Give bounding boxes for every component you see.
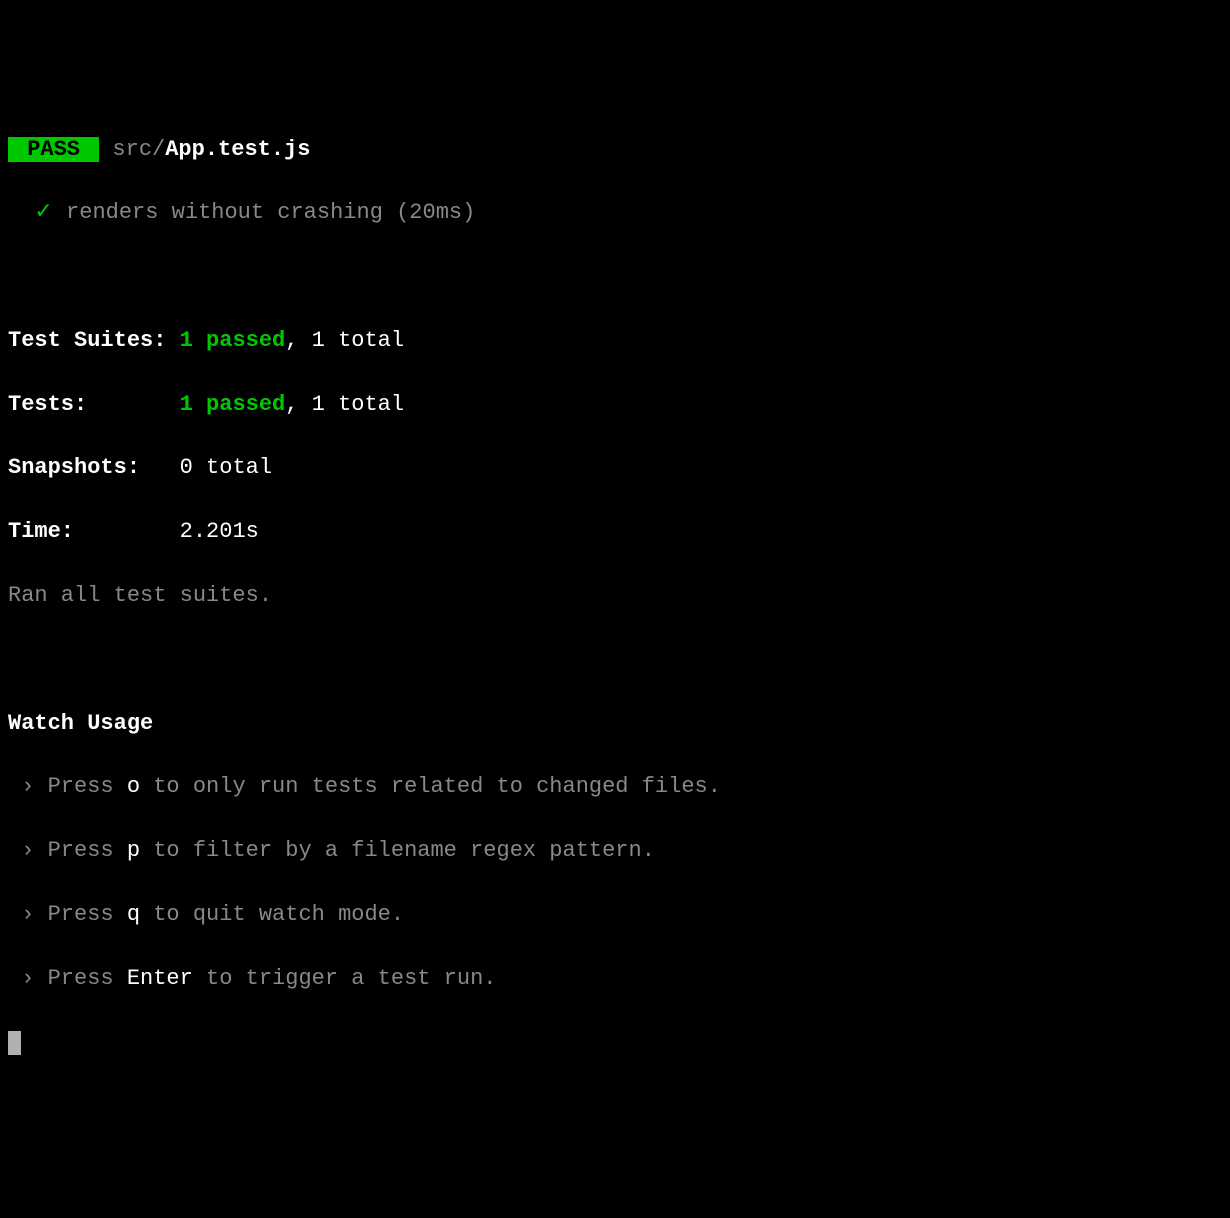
test-suites-label: Test Suites: (8, 328, 166, 353)
watch-item-p[interactable]: › Press p to filter by a filename regex … (8, 835, 1222, 867)
tests-label: Tests: (8, 392, 87, 417)
arrow-icon: › (8, 902, 48, 927)
watch-item-enter[interactable]: › Press Enter to trigger a test run. (8, 963, 1222, 995)
sep-comma: , (285, 392, 311, 417)
cursor-icon (8, 1031, 21, 1055)
watch-desc: to filter by a filename regex pattern. (140, 838, 655, 863)
watch-key: Enter (127, 966, 193, 991)
summary-tests: Tests: 1 passed, 1 total (8, 389, 1222, 421)
time-value: 2.201s (180, 519, 259, 544)
snapshots-value: 0 total (180, 455, 272, 480)
watch-item-q[interactable]: › Press q to quit watch mode. (8, 899, 1222, 931)
blank-line (8, 644, 1222, 676)
arrow-icon: › (8, 838, 48, 863)
test-case-description: renders without crashing (20ms) (66, 200, 475, 225)
tests-total: 1 total (312, 392, 404, 417)
summary-time: Time: 2.201s (8, 516, 1222, 548)
press-label: Press (48, 902, 127, 927)
watch-usage-header: Watch Usage (8, 708, 1222, 740)
watch-desc: to trigger a test run. (193, 966, 497, 991)
watch-desc: to quit watch mode. (140, 902, 404, 927)
prompt-line[interactable] (8, 1027, 1222, 1059)
test-suites-passed: 1 passed (180, 328, 286, 353)
summary-test-suites: Test Suites: 1 passed, 1 total (8, 325, 1222, 357)
press-label: Press (48, 774, 127, 799)
blank-line (8, 261, 1222, 293)
watch-key: o (127, 774, 140, 799)
test-file-header: PASS src/App.test.js (8, 134, 1222, 166)
file-path-dir: src/ (99, 137, 165, 162)
summary-snapshots: Snapshots: 0 total (8, 452, 1222, 484)
watch-desc: to only run tests related to changed fil… (140, 774, 721, 799)
checkmark-icon: ✓ (34, 200, 52, 225)
arrow-icon: › (8, 774, 48, 799)
file-path-name: App.test.js (165, 137, 310, 162)
time-label: Time: (8, 519, 74, 544)
sep-comma: , (285, 328, 311, 353)
test-case-line: ✓ renders without crashing (20ms) (8, 197, 1222, 229)
arrow-icon: › (8, 966, 48, 991)
watch-item-o[interactable]: › Press o to only run tests related to c… (8, 771, 1222, 803)
watch-key: p (127, 838, 140, 863)
pass-badge: PASS (8, 137, 99, 162)
test-suites-total: 1 total (312, 328, 404, 353)
press-label: Press (48, 966, 127, 991)
press-label: Press (48, 838, 127, 863)
tests-passed: 1 passed (180, 392, 286, 417)
ran-message: Ran all test suites. (8, 580, 1222, 612)
watch-key: q (127, 902, 140, 927)
snapshots-label: Snapshots: (8, 455, 140, 480)
